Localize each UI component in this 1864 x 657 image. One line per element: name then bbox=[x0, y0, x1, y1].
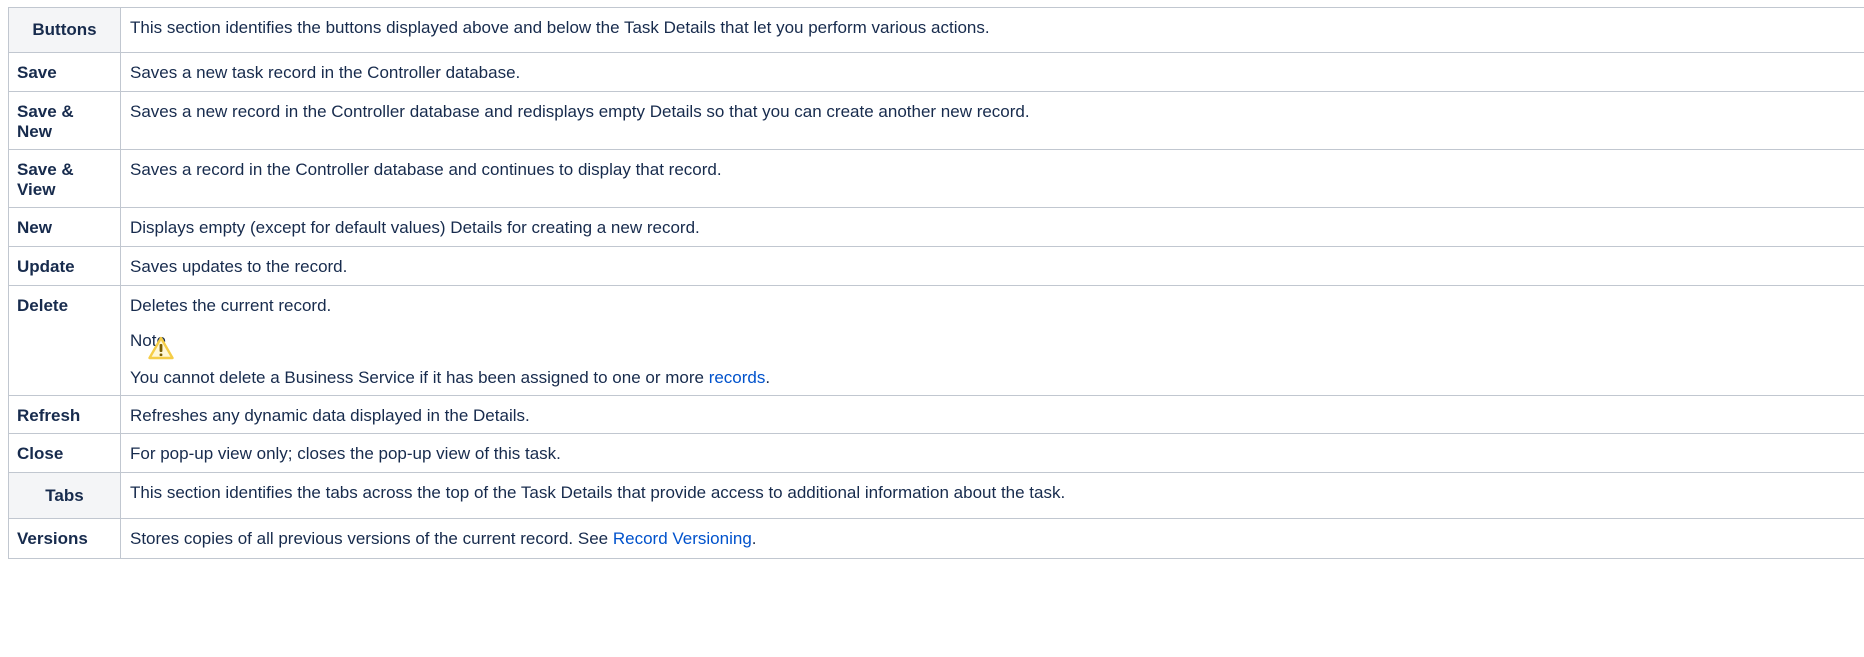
buttons-section-label: Buttons bbox=[8, 7, 121, 53]
note-body: You cannot delete a Business Service if … bbox=[130, 368, 1864, 388]
reference-table-wrapper: Buttons This section identifies the butt… bbox=[8, 7, 1864, 559]
buttons-section-description: This section identifies the buttons disp… bbox=[120, 7, 1864, 53]
table-row: Close For pop-up view only; closes the p… bbox=[8, 433, 1864, 473]
record-versioning-link[interactable]: Record Versioning bbox=[613, 529, 752, 548]
row-description-close: For pop-up view only; closes the pop-up … bbox=[120, 433, 1864, 473]
row-description-save-view: Saves a record in the Controller databas… bbox=[120, 149, 1864, 208]
table-row: New Displays empty (except for default v… bbox=[8, 207, 1864, 247]
table-row: Refresh Refreshes any dynamic data displ… bbox=[8, 395, 1864, 434]
note-text: You cannot delete a Business Service if … bbox=[130, 368, 709, 387]
records-link[interactable]: records bbox=[709, 368, 766, 387]
row-description-save-new: Saves a new record in the Controller dat… bbox=[120, 91, 1864, 150]
row-description-save: Saves a new task record in the Controlle… bbox=[120, 52, 1864, 92]
row-label-update: Update bbox=[8, 246, 121, 286]
note-tail: . bbox=[765, 368, 771, 387]
note-title: Note bbox=[130, 331, 1864, 360]
row-label-save-new: Save & New bbox=[8, 91, 121, 150]
table-row: Save Saves a new task record in the Cont… bbox=[8, 52, 1864, 92]
delete-description-text: Deletes the current record. bbox=[130, 296, 332, 315]
row-label-delete: Delete bbox=[8, 285, 121, 396]
row-label-save: Save bbox=[8, 52, 121, 92]
row-description-delete: Deletes the current record. Note You can… bbox=[120, 285, 1864, 396]
buttons-tabs-reference-table: Buttons This section identifies the butt… bbox=[8, 7, 1864, 559]
tabs-section-description: This section identifies the tabs across … bbox=[120, 472, 1864, 519]
tabs-section-label: Tabs bbox=[8, 472, 121, 519]
row-label-close: Close bbox=[8, 433, 121, 473]
row-label-versions: Versions bbox=[8, 518, 121, 559]
row-description-new: Displays empty (except for default value… bbox=[120, 207, 1864, 247]
tabs-section-row: Tabs This section identifies the tabs ac… bbox=[8, 472, 1864, 519]
row-label-refresh: Refresh bbox=[8, 395, 121, 434]
row-label-new: New bbox=[8, 207, 121, 247]
table-row: Delete Deletes the current record. Note … bbox=[8, 285, 1864, 396]
row-description-update: Saves updates to the record. bbox=[120, 246, 1864, 286]
buttons-section-row: Buttons This section identifies the butt… bbox=[8, 7, 1864, 53]
row-label-save-view: Save & View bbox=[8, 149, 121, 208]
row-description-versions: Stores copies of all previous versions o… bbox=[120, 518, 1864, 559]
table-row: Save & New Saves a new record in the Con… bbox=[8, 91, 1864, 150]
row-description-refresh: Refreshes any dynamic data displayed in … bbox=[120, 395, 1864, 434]
table-row: Versions Stores copies of all previous v… bbox=[8, 518, 1864, 559]
versions-tail: . bbox=[751, 529, 757, 548]
table-row: Save & View Saves a record in the Contro… bbox=[8, 149, 1864, 208]
versions-description-text: Stores copies of all previous versions o… bbox=[130, 529, 613, 548]
table-row: Update Saves updates to the record. bbox=[8, 246, 1864, 286]
warning-triangle-icon bbox=[148, 336, 174, 360]
